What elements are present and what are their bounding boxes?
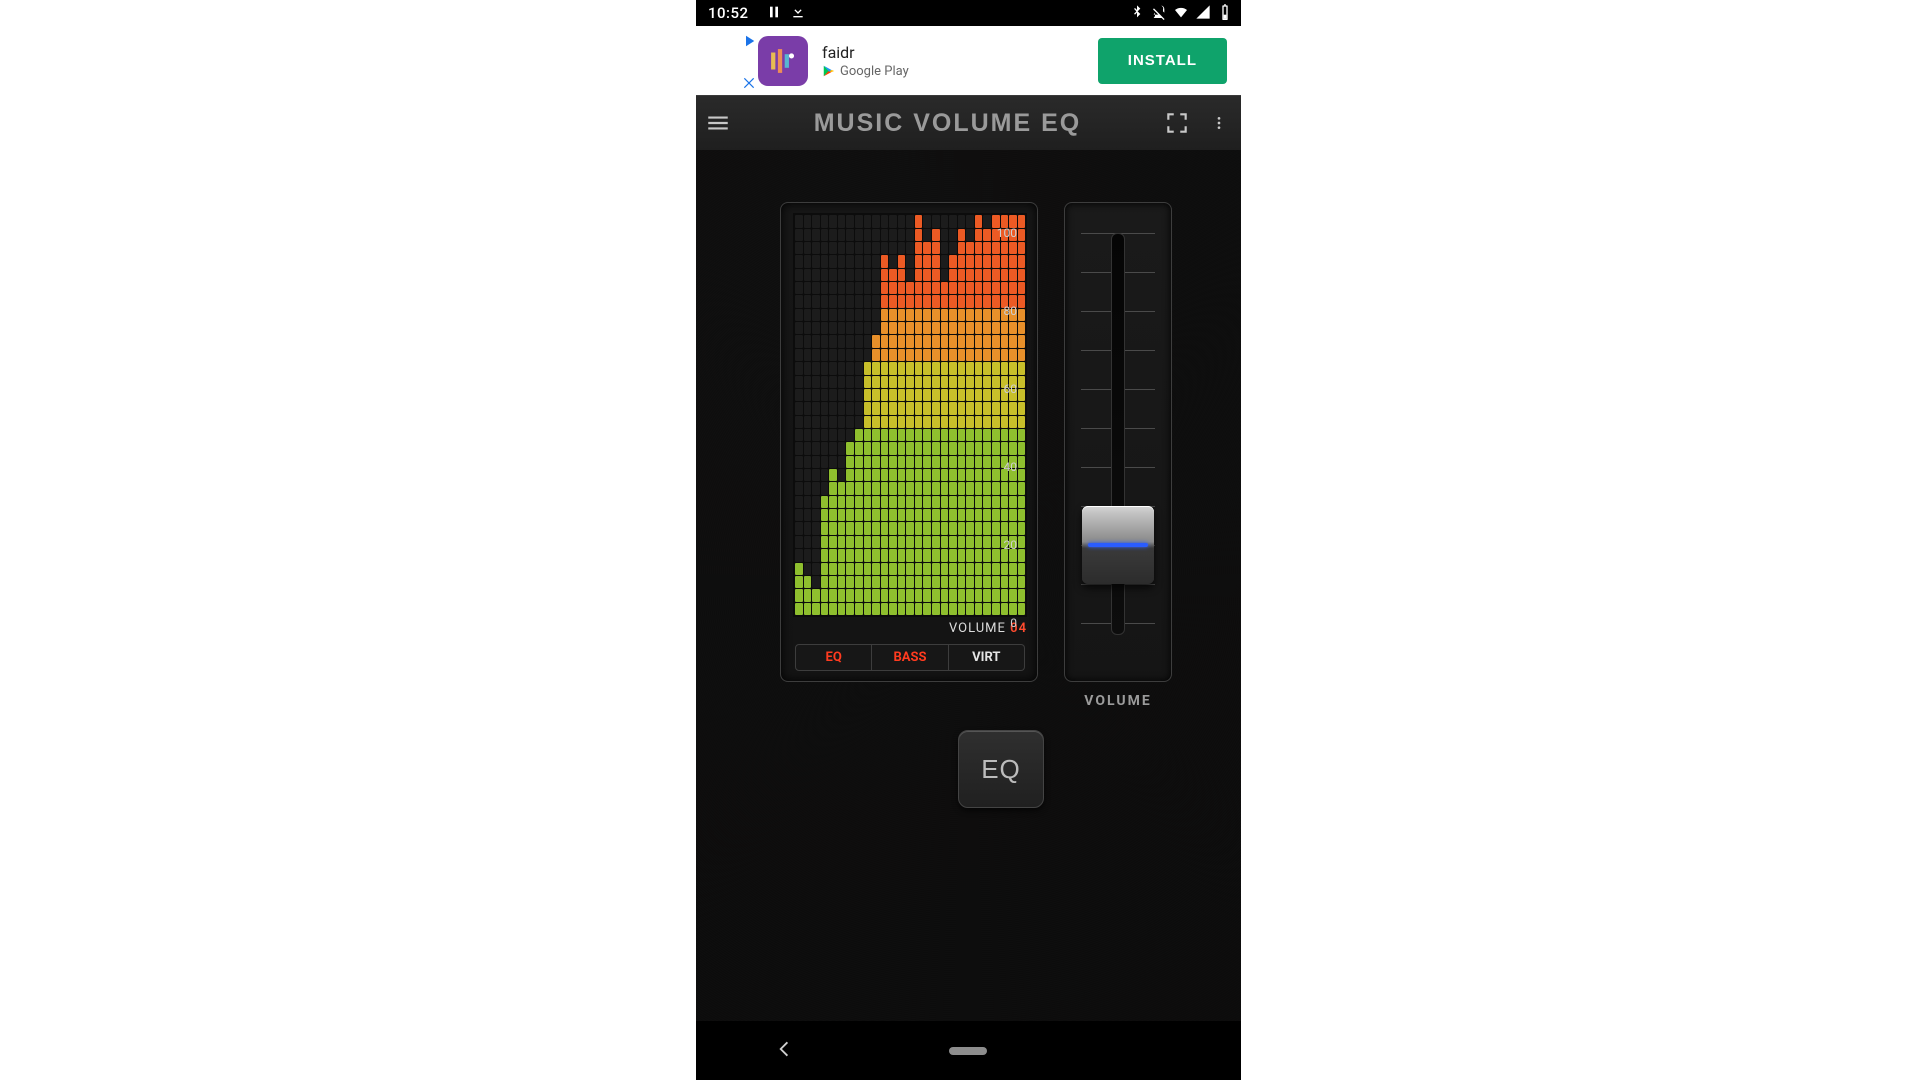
tab-virt[interactable]: VIRT (949, 644, 1025, 671)
volume-readout: VOLUME 04 (793, 621, 1027, 636)
menu-icon[interactable] (702, 107, 734, 139)
app-title: MUSIC VOLUME EQ (744, 109, 1151, 138)
ad-app-name: faidr (822, 43, 909, 62)
phone-frame: 10:52 faidr (696, 0, 1241, 1080)
ad-badge[interactable] (696, 26, 756, 95)
wifi-icon (1173, 4, 1189, 20)
home-pill[interactable] (949, 1047, 987, 1055)
eq-button[interactable]: EQ (958, 730, 1044, 808)
volume-knob[interactable] (1082, 506, 1154, 584)
watermark: SOUNDGUYS (1396, 949, 1890, 1040)
ad-banner[interactable]: faidr Google Play INSTALL (696, 26, 1241, 95)
volume-panel: 100806040200 VOLUME (1064, 202, 1172, 682)
tab-bass[interactable]: BASS (872, 644, 948, 671)
pause-icon (766, 4, 782, 20)
nav-bar (696, 1021, 1241, 1080)
clock: 10:52 (708, 4, 749, 22)
spectrum-bars (793, 213, 1027, 617)
status-right-icons (1129, 4, 1233, 20)
status-left-icons (766, 4, 806, 20)
tab-eq[interactable]: EQ (795, 644, 872, 671)
overflow-icon[interactable] (1203, 107, 1235, 139)
app-body: +38+30+20+10+7+4+20-2-4-7-10-20-30-38 VO… (696, 150, 1241, 1021)
install-button[interactable]: INSTALL (1098, 38, 1227, 84)
mute-icon (1151, 4, 1167, 20)
app-toolbar: MUSIC VOLUME EQ (696, 95, 1241, 150)
back-button[interactable] (773, 1038, 795, 1064)
volume-caption: VOLUME (1065, 693, 1171, 709)
status-bar: 10:52 (696, 0, 1241, 26)
meter-tabs: EQ BASS VIRT (795, 644, 1025, 671)
fullscreen-icon[interactable] (1161, 107, 1193, 139)
battery-icon (1217, 4, 1233, 20)
bluetooth-icon (1129, 4, 1145, 20)
ad-store-label: Google Play (822, 64, 909, 79)
signal-icon (1195, 4, 1211, 20)
download-icon (790, 4, 806, 20)
spectrum-meter: VOLUME 04 EQ BASS VIRT (780, 202, 1038, 682)
ad-app-icon (758, 36, 808, 86)
